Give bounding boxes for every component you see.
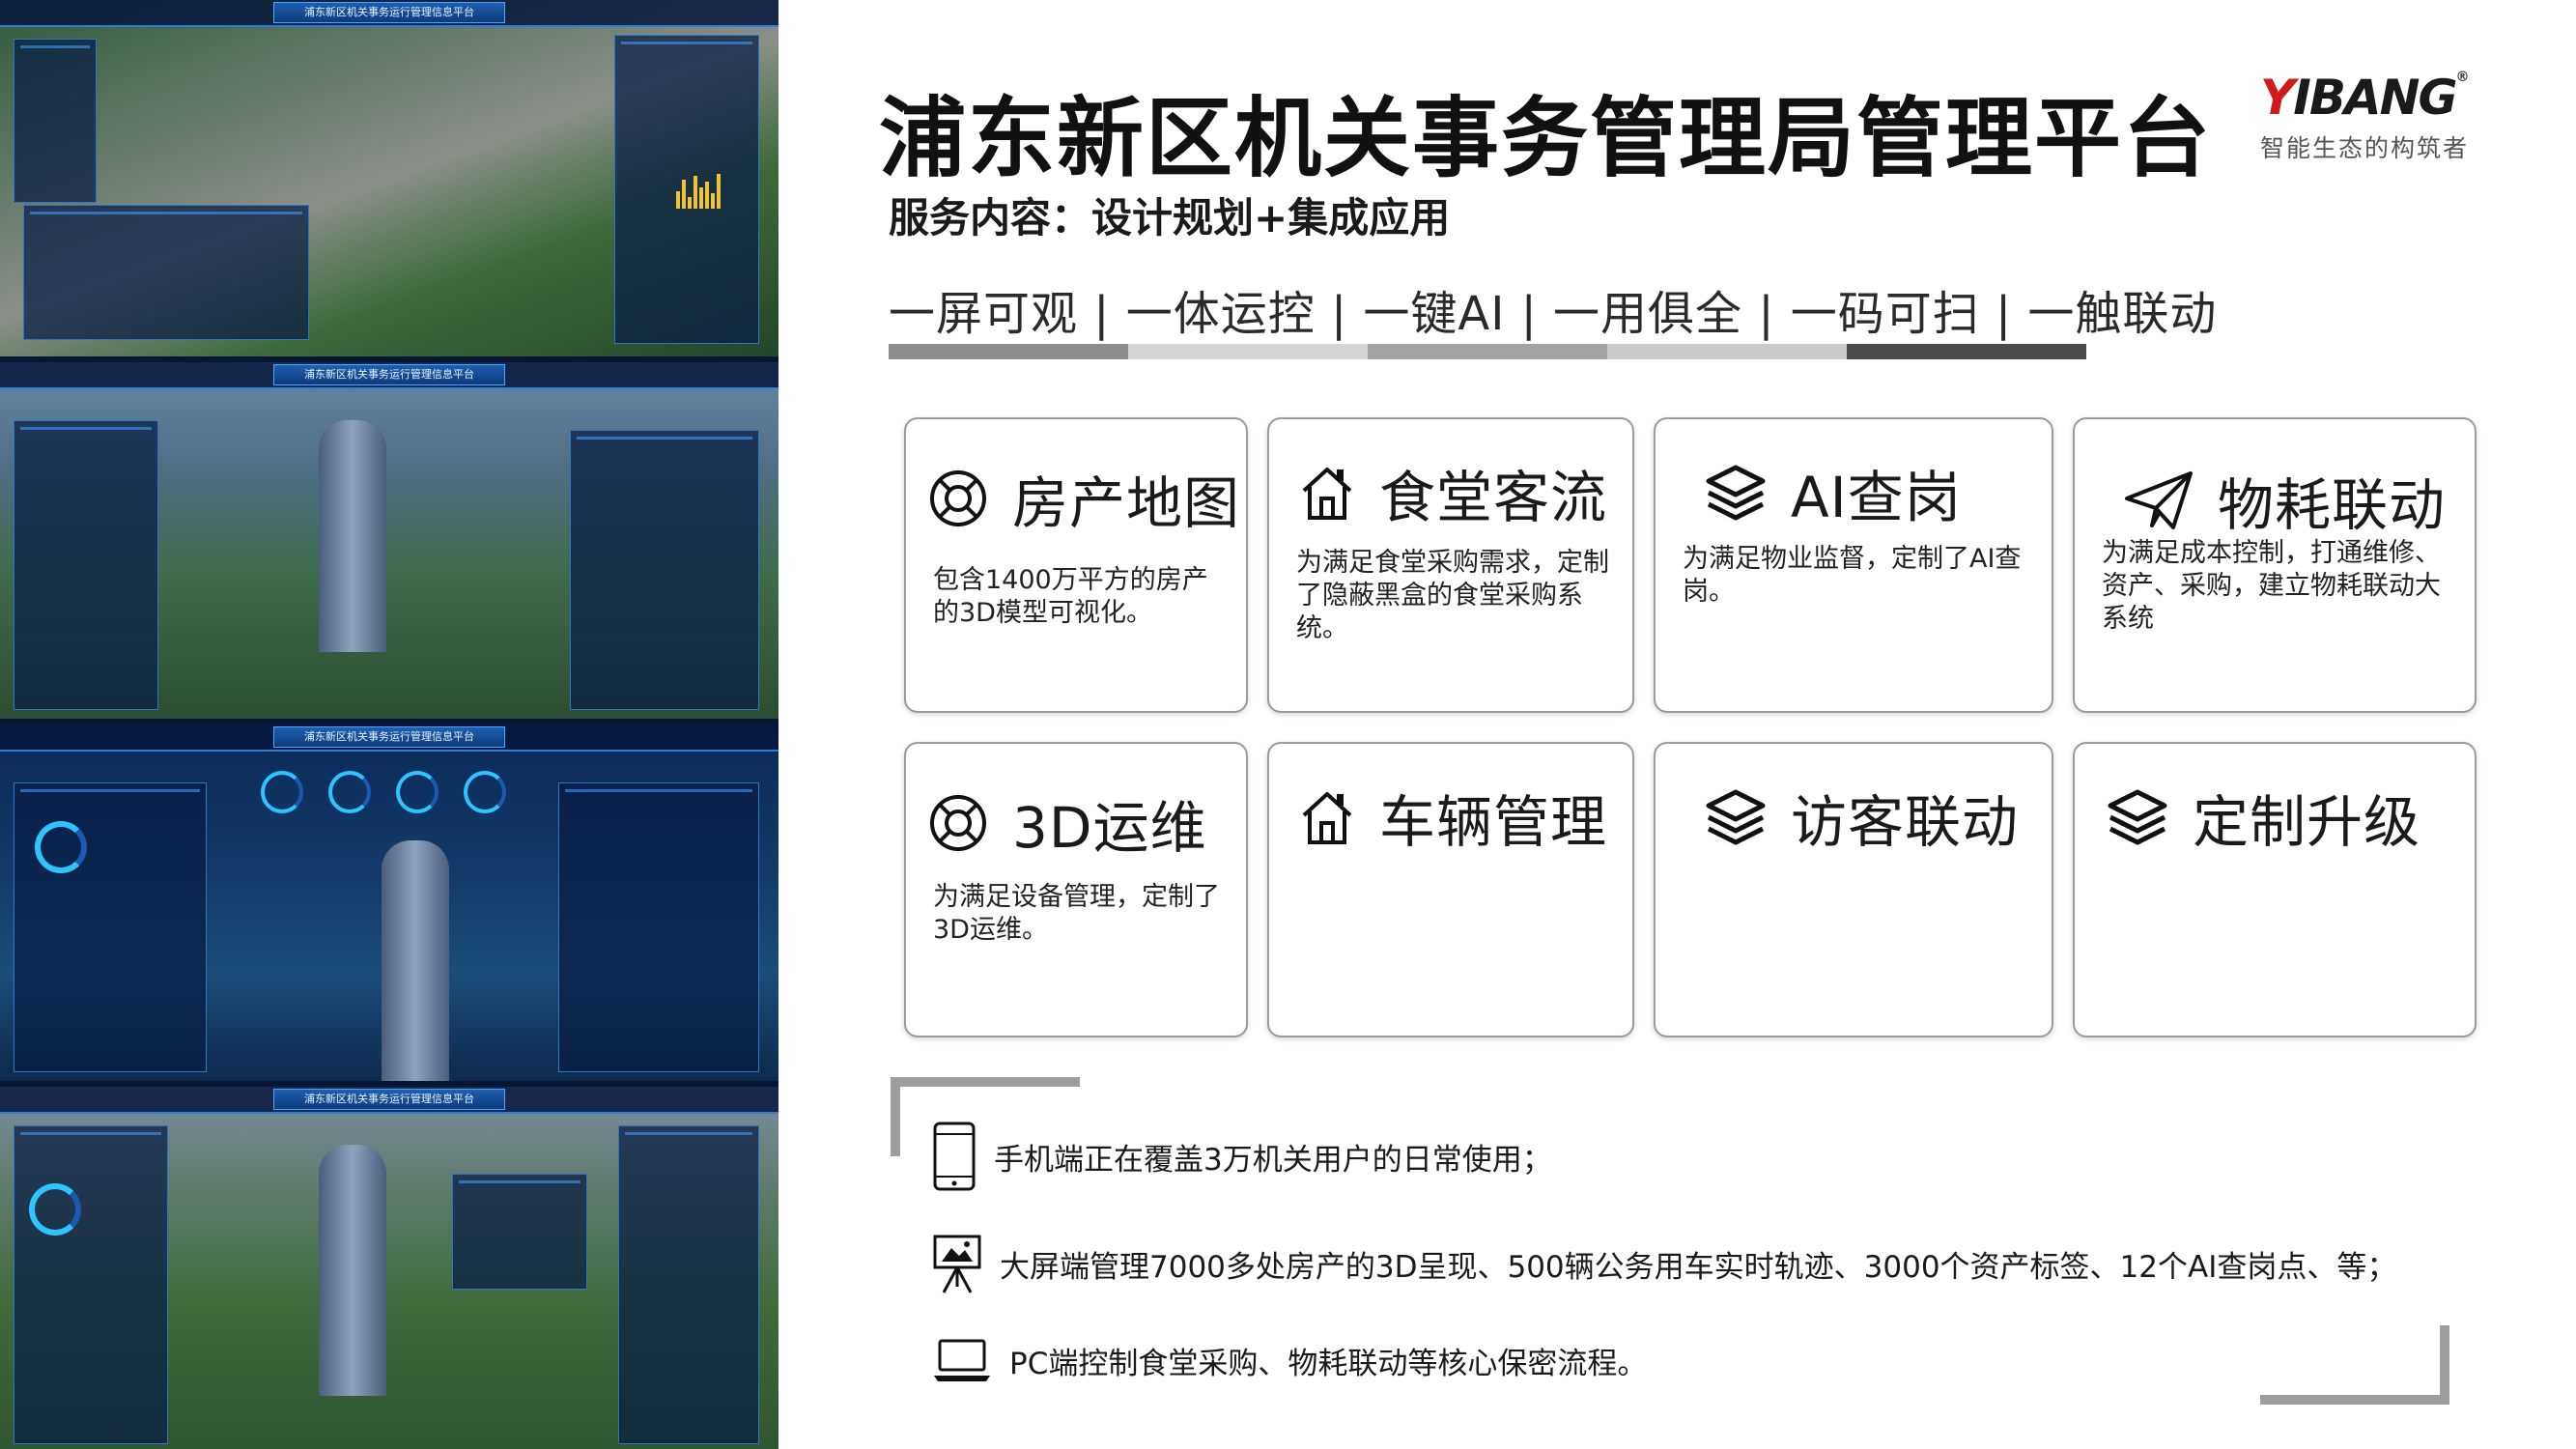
feature-card-header: 物耗联动 — [2123, 460, 2446, 541]
lifebuoy-icon — [927, 468, 1001, 529]
feature-card-description: 为满足成本控制，打通维修、资产、采购，建立物耗联动大系统 — [2102, 538, 2441, 634]
mobile-phone-icon — [933, 1122, 976, 1191]
laptop-icon — [934, 1339, 990, 1381]
house-icon — [1298, 786, 1368, 848]
feature-card-title: 食堂客流 — [1379, 465, 1608, 530]
screen-banner: 浦东新区机关事务运行管理信息平台 — [273, 364, 505, 385]
dashboard-screenshot-strip: 浦东新区机关事务运行管理信息平台 浦东新区机关事务运行管理信息平台 浦东新区机关… — [0, 0, 778, 1449]
corner-bracket-bottom-right — [2260, 1325, 2449, 1405]
feature-card-header: 定制升级 — [2106, 777, 2420, 858]
logo-tagline: 智能生态的构筑者 — [2260, 134, 2470, 162]
info-item-big-screen: 大屏端管理7000多处房产的3D呈现、500辆公务用车实时轨迹、3000个资产标… — [932, 1233, 2396, 1294]
layers-icon — [1704, 462, 1779, 524]
paper-plane-icon — [2123, 469, 2206, 531]
slogan-bar-segment — [1847, 344, 2086, 359]
slogan-bar-segment — [1368, 344, 1607, 359]
screen-banner: 浦东新区机关事务运行管理信息平台 — [273, 1089, 505, 1110]
feature-card-title: 房产地图 — [1012, 470, 1241, 536]
feature-card-description: 为满足物业监督，定制了AI查岗。 — [1683, 544, 2022, 607]
feature-card-header: 食堂客流 — [1298, 452, 1607, 533]
info-text-mobile: 手机端正在覆盖3万机关用户的日常使用； — [994, 1142, 1552, 1178]
info-item-mobile: 手机端正在覆盖3万机关用户的日常使用； — [932, 1121, 1552, 1192]
screen-banner: 浦东新区机关事务运行管理信息平台 — [273, 726, 505, 748]
feature-card-header: 访客联动 — [1704, 777, 2019, 858]
house-icon — [1298, 462, 1368, 524]
feature-card: 食堂客流为满足食堂采购需求，定制了隐蔽黑盒的食堂采购系统。 — [1267, 417, 1634, 713]
screenshot-city-overview: 浦东新区机关事务运行管理信息平台 — [0, 362, 778, 719]
presentation-screen-icon — [933, 1235, 981, 1293]
slogan-text: 一屏可观 | 一体运控 | 一键AI | 一用俱全 | 一码可扫 | 一触联动 — [889, 287, 2218, 341]
feature-card-header: AI查岗 — [1704, 452, 1962, 533]
feature-card: 车辆管理 — [1267, 742, 1634, 1037]
info-text-pc: PC端控制食堂采购、物耗联动等核心保密流程。 — [1009, 1346, 1648, 1381]
feature-card: AI查岗为满足物业监督，定制了AI查岗。 — [1654, 417, 2053, 713]
feature-card-title: 车辆管理 — [1379, 789, 1608, 855]
screen-banner: 浦东新区机关事务运行管理信息平台 — [273, 2, 505, 23]
layers-icon — [2106, 786, 2181, 848]
page-title: 浦东新区机关事务管理局管理平台 — [879, 88, 2212, 189]
feature-card-title: 访客联动 — [1791, 789, 2020, 855]
info-text-big-screen: 大屏端管理7000多处房产的3D呈现、500辆公务用车实时轨迹、3000个资产标… — [1000, 1249, 2397, 1285]
feature-card: 定制升级 — [2073, 742, 2477, 1037]
feature-card: 3D运维为满足设备管理，定制了3D运维。 — [904, 742, 1248, 1037]
company-logo: YIBANG® 智能生态的构筑者 — [2260, 70, 2511, 166]
feature-card-description: 为满足食堂采购需求，定制了隐蔽黑盒的食堂采购系统。 — [1296, 548, 1609, 643]
feature-card-title: AI查岗 — [1791, 465, 1962, 530]
feature-card-header: 车辆管理 — [1298, 777, 1607, 858]
layers-icon — [1704, 786, 1779, 848]
logo-wordmark: YIBANG® — [2260, 70, 2470, 126]
feature-card: 访客联动 — [1654, 742, 2053, 1037]
info-item-pc: PC端控制食堂采购、物耗联动等核心保密流程。 — [932, 1337, 1647, 1383]
feature-card-title: 物耗联动 — [2218, 472, 2447, 538]
screenshot-campus-vehicles: 浦东新区机关事务运行管理信息平台 — [0, 1087, 778, 1449]
slogan-bar-segment — [889, 344, 1128, 359]
feature-card-description: 包含1400万平方的房产的3D模型可视化。 — [933, 565, 1208, 628]
slogan-bar-segment — [1128, 344, 1368, 359]
slogan-color-bar — [889, 344, 2086, 359]
feature-card: 房产地图包含1400万平方的房产的3D模型可视化。 — [904, 417, 1248, 713]
screenshot-3d-operations: 浦东新区机关事务运行管理信息平台 — [0, 724, 778, 1081]
feature-card-title: 3D运维 — [1012, 795, 1207, 861]
feature-card-title: 定制升级 — [2193, 789, 2421, 855]
feature-card-description: 为满足设备管理，定制了3D运维。 — [933, 882, 1220, 945]
page-subtitle: 服务内容：设计规划+集成应用 — [889, 194, 1451, 242]
screenshot-parking-lot: 浦东新区机关事务运行管理信息平台 — [0, 0, 778, 356]
feature-card-header: 房产地图 — [927, 458, 1240, 539]
feature-card: 物耗联动 为满足成本控制，打通维修、资产、采购，建立物耗联动大系统 — [2073, 417, 2477, 713]
lifebuoy-icon — [927, 792, 1001, 854]
slogan-bar-segment — [1607, 344, 1847, 359]
feature-card-header: 3D运维 — [927, 782, 1207, 864]
